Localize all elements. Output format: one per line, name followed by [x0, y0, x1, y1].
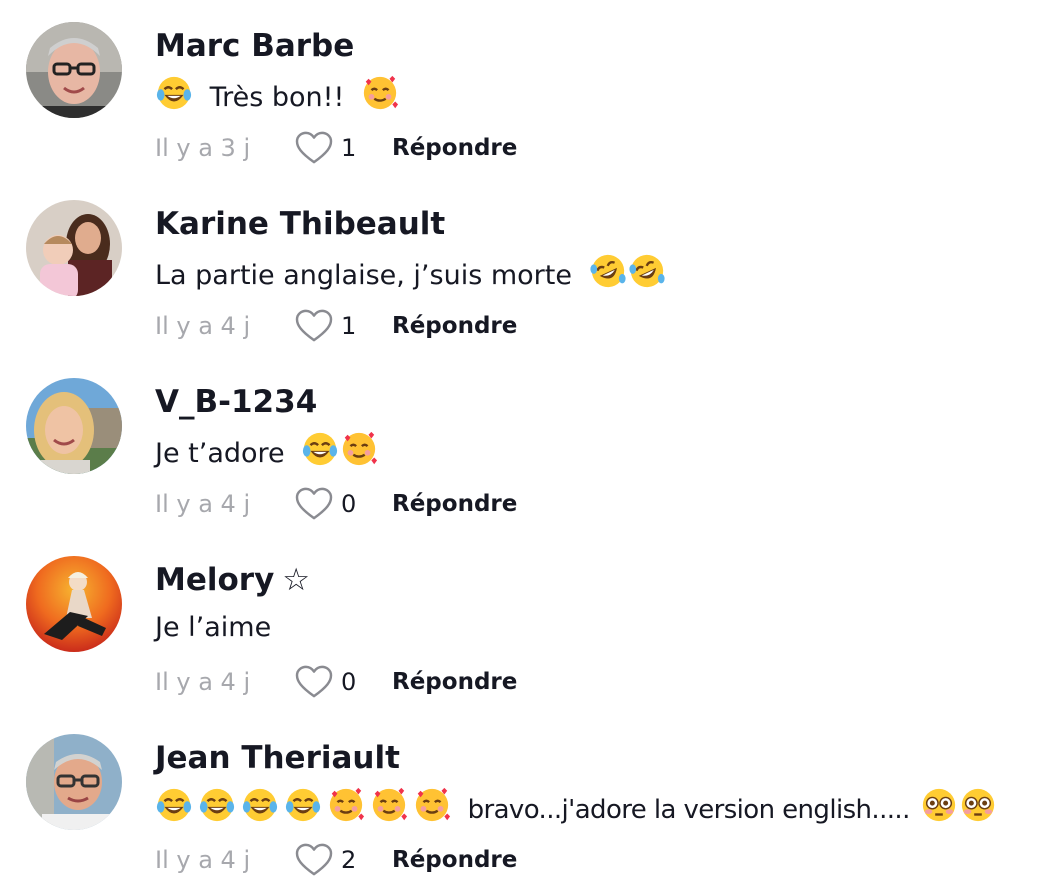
avatar[interactable] [26, 200, 122, 296]
comment-item: V_B-1234 Je t’adore Il y a 4 j 0 Répondr… [0, 356, 1050, 534]
comment-meta: Il y a 4 j 2 Répondre [155, 840, 517, 880]
comment-meta: Il y a 3 j 1 Répondre [155, 128, 517, 168]
comment-text: Je t’adore [155, 430, 378, 474]
username-text: Melory [155, 562, 275, 598]
comment-text: La partie anglaise, j’suis morte [155, 252, 666, 296]
username[interactable]: Jean Theriault [155, 738, 400, 778]
comment-text: Très bon!! [155, 74, 399, 118]
comment-list: Marc Barbe Très bon!! Il y a 3 j 1 Répon… [0, 0, 1050, 884]
comment-body: bravo...j'adore la version english..... [467, 795, 911, 825]
avatar[interactable] [26, 22, 122, 118]
flushed-face-emoji [962, 788, 995, 822]
emoji-group [589, 252, 666, 290]
heart-icon[interactable] [295, 309, 333, 343]
timestamp: Il y a 3 j [155, 134, 251, 162]
face-with-tears-of-joy-emoji [199, 788, 235, 822]
reply-button[interactable]: Répondre [392, 669, 517, 695]
avatar[interactable] [26, 378, 122, 474]
comment-body: Très bon!! [209, 82, 345, 113]
reply-button[interactable]: Répondre [392, 847, 517, 873]
reply-button[interactable]: Répondre [392, 491, 517, 517]
like-count: 0 [341, 668, 357, 696]
like-button[interactable]: 1 [295, 131, 385, 165]
face-with-tears-of-joy-emoji [156, 76, 192, 110]
face-with-tears-of-joy-emoji [242, 788, 278, 822]
username[interactable]: Karine Thibeault [155, 204, 445, 244]
comment-item: Karine Thibeault La partie anglaise, j’s… [0, 178, 1050, 356]
comment-body: Je t’adore [155, 438, 285, 469]
timestamp: Il y a 4 j [155, 846, 251, 874]
heart-icon[interactable] [295, 665, 333, 699]
comment-item: Marc Barbe Très bon!! Il y a 3 j 1 Répon… [0, 0, 1050, 178]
smiling-face-with-hearts-emoji [363, 75, 398, 110]
rolling-on-the-floor-laughing-emoji [628, 254, 665, 288]
smiling-face-with-hearts-emoji [415, 787, 451, 822]
like-button[interactable]: 0 [295, 665, 385, 699]
like-button[interactable]: 1 [295, 309, 385, 343]
comment-text: Je l’aime [155, 608, 271, 648]
emoji-group [920, 786, 997, 824]
comment-meta: Il y a 4 j 1 Répondre [155, 306, 517, 346]
username[interactable]: Melory ☆ [155, 560, 310, 600]
emoji-group [301, 430, 378, 468]
comment-item: Melory ☆ Je l’aime Il y a 4 j 0 Répondre [0, 534, 1050, 712]
smiling-face-with-hearts-emoji [343, 431, 378, 466]
comment-item: Jean Theriault bravo...j'adore la versio… [0, 712, 1050, 884]
comment-meta: Il y a 4 j 0 Répondre [155, 484, 517, 524]
star-icon: ☆ [282, 562, 311, 598]
comment-body: La partie anglaise, j’suis morte [155, 260, 572, 291]
avatar[interactable] [26, 734, 122, 830]
like-count: 1 [341, 134, 357, 162]
comment-meta: Il y a 4 j 0 Répondre [155, 662, 517, 702]
emoji-group [155, 74, 193, 112]
flushed-face-emoji [923, 788, 956, 822]
like-button[interactable]: 0 [295, 487, 385, 521]
face-with-tears-of-joy-emoji [285, 788, 321, 822]
timestamp: Il y a 4 j [155, 312, 251, 340]
username[interactable]: Marc Barbe [155, 26, 354, 66]
avatar[interactable] [26, 556, 122, 652]
like-count: 2 [341, 846, 357, 874]
timestamp: Il y a 4 j [155, 668, 251, 696]
face-with-tears-of-joy-emoji [303, 432, 338, 466]
emoji-group [361, 74, 399, 112]
like-count: 1 [341, 312, 357, 340]
comment-body: Je l’aime [155, 612, 272, 643]
heart-icon[interactable] [295, 487, 333, 521]
rolling-on-the-floor-laughing-emoji [589, 254, 626, 288]
like-button[interactable]: 2 [295, 843, 385, 877]
face-with-tears-of-joy-emoji [156, 788, 192, 822]
emoji-group [155, 786, 451, 824]
username[interactable]: V_B-1234 [155, 382, 317, 422]
like-count: 0 [341, 490, 357, 518]
comment-text: bravo...j'adore la version english..... [155, 786, 997, 830]
smiling-face-with-hearts-emoji [372, 787, 408, 822]
smiling-face-with-hearts-emoji [329, 787, 365, 822]
heart-icon[interactable] [295, 131, 333, 165]
timestamp: Il y a 4 j [155, 490, 251, 518]
heart-icon[interactable] [295, 843, 333, 877]
reply-button[interactable]: Répondre [392, 135, 517, 161]
reply-button[interactable]: Répondre [392, 313, 517, 339]
